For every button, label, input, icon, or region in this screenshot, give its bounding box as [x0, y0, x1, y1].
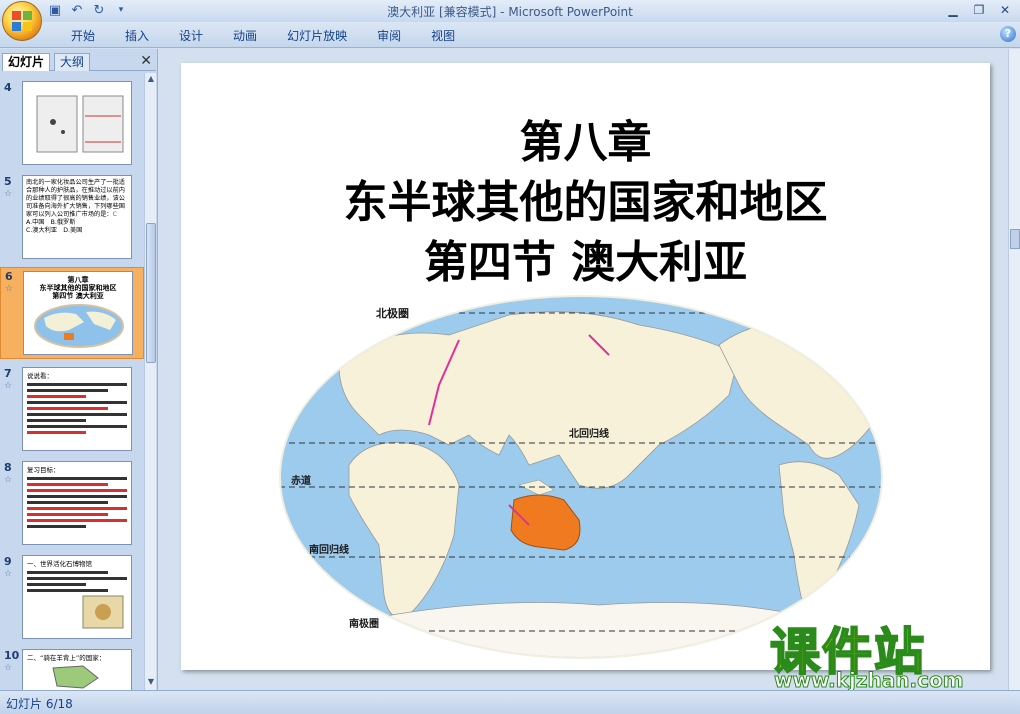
- tab-home[interactable]: 开始: [56, 27, 110, 45]
- thumb-image: [22, 81, 132, 165]
- help-icon[interactable]: ?: [1000, 26, 1016, 42]
- thumb-title: 第八章 东半球其他的国家和地区 第四节 澳大利亚: [39, 276, 117, 300]
- slide-title-section[interactable]: 第四节 澳大利亚: [181, 226, 990, 290]
- watermark-url: www.kjzhan.com: [774, 668, 965, 693]
- thumb-option-line: C.澳大利亚 D.美国: [26, 227, 83, 234]
- slide-thumb-5[interactable]: 5 ☆ 南北的一家化妆品公司生产了一批适合那种人的护肤品，在推动过以前内的业绩取…: [0, 173, 144, 261]
- ribbon-tabs: 开始 插入 设计 动画 幻灯片放映 审阅 视图: [56, 27, 470, 45]
- editor-scroll-thumb[interactable]: [1010, 229, 1020, 249]
- slide-thumb-7[interactable]: 7 ☆ 说说看：: [0, 365, 144, 453]
- label-south-polar: 南极圈: [349, 617, 379, 630]
- slides-panel: 幻灯片 大纲 ✕ 4 5 ☆ 南北的一家化妆品公司生产了一批适合那种人的护肤品，…: [0, 49, 158, 690]
- label-tropic-capricorn: 南回归线: [309, 543, 349, 556]
- scroll-thumb[interactable]: [146, 223, 156, 363]
- slide-counter: 幻灯片 6/18: [6, 697, 73, 711]
- panel-close-icon[interactable]: ✕: [140, 53, 152, 69]
- thumb-text: 南北的一家化妆品公司生产了一批适合那种人的护肤品，在推动过以前内的业绩取得了很高…: [26, 179, 125, 218]
- label-tropic-cancer: 北回归线: [569, 427, 609, 440]
- close-icon[interactable]: ✕: [992, 0, 1018, 20]
- thumb-map-icon: [36, 95, 124, 153]
- panel-tabs: 幻灯片 大纲 ✕: [2, 51, 156, 71]
- thumb-map-icon: [52, 665, 99, 689]
- office-logo-icon: [12, 11, 32, 31]
- current-slide[interactable]: 第八章 东半球其他的国家和地区 第四节 澳大利亚 北极圈 北回归线 赤道 南回归…: [181, 63, 990, 670]
- thumb-option-line: A.中国 B.俄罗斯: [26, 219, 76, 226]
- slide-thumb-9[interactable]: 9 ☆ 一、世界活化石博物馆: [0, 553, 144, 641]
- slide-thumb-6[interactable]: 6 ☆ 第八章 东半球其他的国家和地区 第四节 澳大利亚: [0, 267, 144, 359]
- thumb-map-icon: [34, 304, 124, 348]
- tab-design[interactable]: 设计: [164, 27, 218, 45]
- scroll-down-icon[interactable]: ▼: [145, 677, 157, 689]
- tab-outline[interactable]: 大纲: [54, 53, 91, 71]
- world-map-image[interactable]: 北极圈 北回归线 赤道 南回归线 南极圈: [279, 295, 883, 660]
- watermark: 课件站 www.kjzhan.com: [769, 612, 1000, 693]
- thumb-image: 一、世界活化石博物馆: [22, 555, 132, 639]
- tab-slideshow[interactable]: 幻灯片放映: [272, 27, 362, 45]
- thumbnail-scrollbar[interactable]: ▲ ▼: [144, 73, 156, 690]
- tab-review[interactable]: 审阅: [362, 27, 416, 45]
- thumb-image: 二、“骑在羊背上”的国家：: [22, 649, 132, 690]
- window-title: 澳大利亚 [兼容模式] - Microsoft PowerPoint: [387, 5, 633, 19]
- slide-title-region[interactable]: 东半球其他的国家和地区: [181, 166, 990, 230]
- slide-thumb-4[interactable]: 4: [0, 79, 144, 167]
- tab-insert[interactable]: 插入: [110, 27, 164, 45]
- thumb-image: 第八章 东半球其他的国家和地区 第四节 澳大利亚: [23, 271, 133, 355]
- window-controls: ▁ ❐ ✕: [940, 0, 1018, 20]
- slide-title-chapter[interactable]: 第八章: [181, 106, 990, 170]
- thumb-image: 复习目标：: [22, 461, 132, 545]
- tab-slides[interactable]: 幻灯片: [2, 53, 51, 71]
- thumb-answer: C: [112, 211, 117, 218]
- slide-thumb-8[interactable]: 8 ☆ 复习目标：: [0, 459, 144, 547]
- label-north-polar: 北极圈: [376, 306, 409, 320]
- title-bar: ▣ ↶ ↻ ▾ 澳大利亚 [兼容模式] - Microsoft PowerPoi…: [0, 0, 1020, 41]
- thumb-emblem-icon: [82, 595, 124, 629]
- editor-scrollbar[interactable]: [1008, 49, 1020, 690]
- restore-icon[interactable]: ❐: [966, 0, 992, 20]
- thumb-image: 南北的一家化妆品公司生产了一批适合那种人的护肤品，在推动过以前内的业绩取得了很高…: [22, 175, 132, 259]
- slide-thumbnails: 4 5 ☆ 南北的一家化妆品公司生产了一批适合那种人的护肤品，在推动过以前内的业…: [0, 73, 144, 690]
- thumb-image: 说说看：: [22, 367, 132, 451]
- ribbon-tabbar: 开始 插入 设计 动画 幻灯片放映 审阅 视图 ?: [0, 22, 1020, 48]
- scroll-up-icon[interactable]: ▲: [145, 74, 157, 86]
- office-button[interactable]: [2, 1, 42, 41]
- tab-animations[interactable]: 动画: [218, 27, 272, 45]
- status-bar: 幻灯片 6/18: [0, 690, 1020, 714]
- tab-view[interactable]: 视图: [416, 27, 470, 45]
- minimize-icon[interactable]: ▁: [940, 0, 966, 20]
- label-equator: 赤道: [291, 474, 311, 487]
- slide-thumb-10[interactable]: 10 ☆ 二、“骑在羊背上”的国家：: [0, 647, 144, 690]
